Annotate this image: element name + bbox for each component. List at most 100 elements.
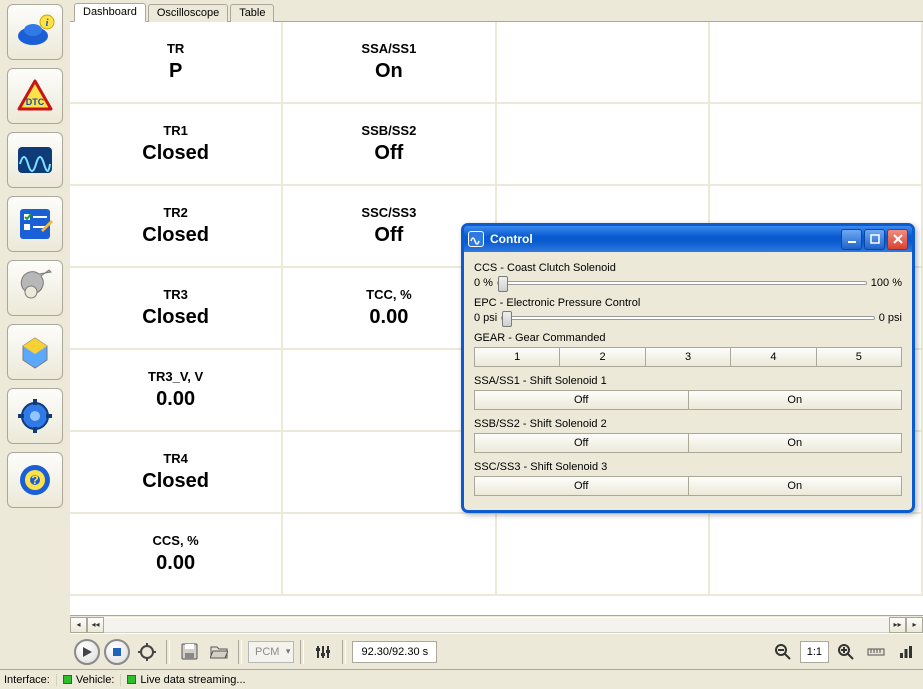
ccs-max: 100 %: [871, 277, 902, 289]
dashboard-cell[interactable]: TRP: [70, 22, 283, 104]
gear-label: GEAR - Gear Commanded: [474, 332, 902, 344]
tab-dashboard[interactable]: Dashboard: [74, 3, 146, 22]
cell-label: TR1: [163, 123, 188, 138]
status-bar: Interface: Vehicle: Live data streaming.…: [0, 669, 923, 689]
cell-value: 0.00: [156, 552, 195, 575]
cell-label: SSA/SS1: [361, 41, 416, 56]
tab-bar: Dashboard Oscilloscope Table: [70, 0, 923, 22]
svg-text:?: ?: [31, 473, 38, 487]
ss2-on-button[interactable]: On: [689, 433, 903, 453]
dashboard-cell[interactable]: TR1 Closed: [70, 104, 283, 186]
dashboard-cell[interactable]: TR3_V, V 0.00: [70, 350, 283, 432]
control-minimize-button[interactable]: [841, 229, 862, 250]
cell-label: SSB/SS2: [361, 123, 416, 138]
cell-value: Closed: [142, 224, 209, 247]
ss3-off-button[interactable]: Off: [474, 476, 689, 496]
control-window-title: Control: [490, 232, 839, 246]
bars-button[interactable]: [893, 639, 919, 665]
ss2-off-button[interactable]: Off: [474, 433, 689, 453]
gear-5-button[interactable]: 5: [817, 347, 902, 367]
dashboard-cell[interactable]: [710, 104, 923, 186]
oscilloscope-button[interactable]: [7, 132, 63, 188]
status-interface-label: Interface:: [4, 674, 50, 686]
zoom-out-button[interactable]: [770, 639, 796, 665]
player-settings-button[interactable]: [134, 639, 160, 665]
dashboard-cell[interactable]: CCS, % 0.00: [70, 514, 283, 596]
cell-value: On: [375, 60, 403, 83]
svg-text:DTC: DTC: [26, 97, 45, 107]
zoom-in-button[interactable]: [833, 639, 859, 665]
ss3-control-group: SSC/SS3 - Shift Solenoid 3 Off On: [474, 461, 902, 496]
epc-slider[interactable]: [501, 316, 875, 320]
cell-value: Closed: [142, 306, 209, 329]
scroll-forward-button[interactable]: ▸: [906, 617, 923, 633]
cell-value: Closed: [142, 142, 209, 165]
ss3-label: SSC/SS3 - Shift Solenoid 3: [474, 461, 902, 473]
save-button[interactable]: [176, 639, 202, 665]
dashboard-cell[interactable]: [710, 514, 923, 596]
dashboard-cell[interactable]: [497, 514, 710, 596]
stream-status-led: [127, 675, 136, 684]
epc-control-group: EPC - Electronic Pressure Control 0 psi …: [474, 297, 902, 324]
gear-control-group: GEAR - Gear Commanded 1 2 3 4 5: [474, 332, 902, 367]
scroll-step-left-button[interactable]: ◂◂: [87, 617, 104, 633]
ss1-label: SSA/SS1 - Shift Solenoid 1: [474, 375, 902, 387]
dashboard-cell[interactable]: [283, 514, 496, 596]
cell-value: Off: [374, 142, 403, 165]
control-close-button[interactable]: [887, 229, 908, 250]
horizontal-scrollbar[interactable]: ◂ ◂◂ ▸▸ ▸: [70, 615, 923, 633]
side-toolbar: i DTC ?: [0, 0, 70, 669]
open-button[interactable]: [206, 639, 232, 665]
play-button[interactable]: [74, 639, 100, 665]
dashboard-cell[interactable]: [710, 22, 923, 104]
control-maximize-button[interactable]: [864, 229, 885, 250]
cell-label: TR3_V, V: [148, 369, 203, 384]
cell-value: Closed: [142, 470, 209, 493]
gear-4-button[interactable]: 4: [731, 347, 816, 367]
cell-label: TR3: [163, 287, 188, 302]
tab-table[interactable]: Table: [230, 4, 274, 22]
status-stream-label: Live data streaming...: [140, 674, 245, 686]
ccs-slider[interactable]: [497, 281, 867, 285]
config-button[interactable]: [7, 388, 63, 444]
dashboard-cell[interactable]: TR4Closed: [70, 432, 283, 514]
ss1-on-button[interactable]: On: [689, 390, 903, 410]
sliders-button[interactable]: [310, 639, 336, 665]
ccs-min: 0 %: [474, 277, 493, 289]
ruler-button[interactable]: [863, 639, 889, 665]
dtc-button[interactable]: DTC: [7, 68, 63, 124]
cell-label: CCS, %: [153, 533, 199, 548]
stop-button[interactable]: [104, 639, 130, 665]
ss1-off-button[interactable]: Off: [474, 390, 689, 410]
checklist-button[interactable]: [7, 196, 63, 252]
tab-oscilloscope[interactable]: Oscilloscope: [148, 4, 228, 22]
vehicle-info-button[interactable]: i: [7, 4, 63, 60]
settings-button[interactable]: [7, 260, 63, 316]
status-vehicle-label: Vehicle:: [76, 674, 115, 686]
dashboard-cell[interactable]: SSA/SS1 On: [283, 22, 496, 104]
player-toolbar: PCM 92.30/92.30 s 1:1: [70, 633, 923, 669]
scroll-track[interactable]: [104, 617, 889, 633]
vehicle-status-led: [63, 675, 72, 684]
cell-value: 0.00: [156, 388, 195, 411]
dashboard-cell[interactable]: TR2Closed: [70, 186, 283, 268]
dashboard-cell[interactable]: TR3 Closed: [70, 268, 283, 350]
control-window-titlebar[interactable]: Control: [464, 226, 912, 252]
help-button[interactable]: ?: [7, 452, 63, 508]
gear-1-button[interactable]: 1: [474, 347, 560, 367]
module-combo[interactable]: PCM: [248, 641, 294, 663]
cell-value: 0.00: [369, 306, 408, 329]
scroll-rewind-button[interactable]: ◂: [70, 617, 87, 633]
cell-label: SSC/SS3: [361, 205, 416, 220]
control-window[interactable]: Control CCS - Coast Clutch Solenoid 0 % …: [461, 223, 915, 513]
gear-3-button[interactable]: 3: [646, 347, 731, 367]
scroll-step-right-button[interactable]: ▸▸: [889, 617, 906, 633]
ss2-label: SSB/SS2 - Shift Solenoid 2: [474, 418, 902, 430]
ss3-on-button[interactable]: On: [689, 476, 903, 496]
dashboard-cell[interactable]: [497, 104, 710, 186]
gear-2-button[interactable]: 2: [560, 347, 645, 367]
firmware-button[interactable]: [7, 324, 63, 380]
dashboard-cell[interactable]: SSB/SS2 Off: [283, 104, 496, 186]
cell-value: Off: [374, 224, 403, 247]
dashboard-cell[interactable]: [497, 22, 710, 104]
